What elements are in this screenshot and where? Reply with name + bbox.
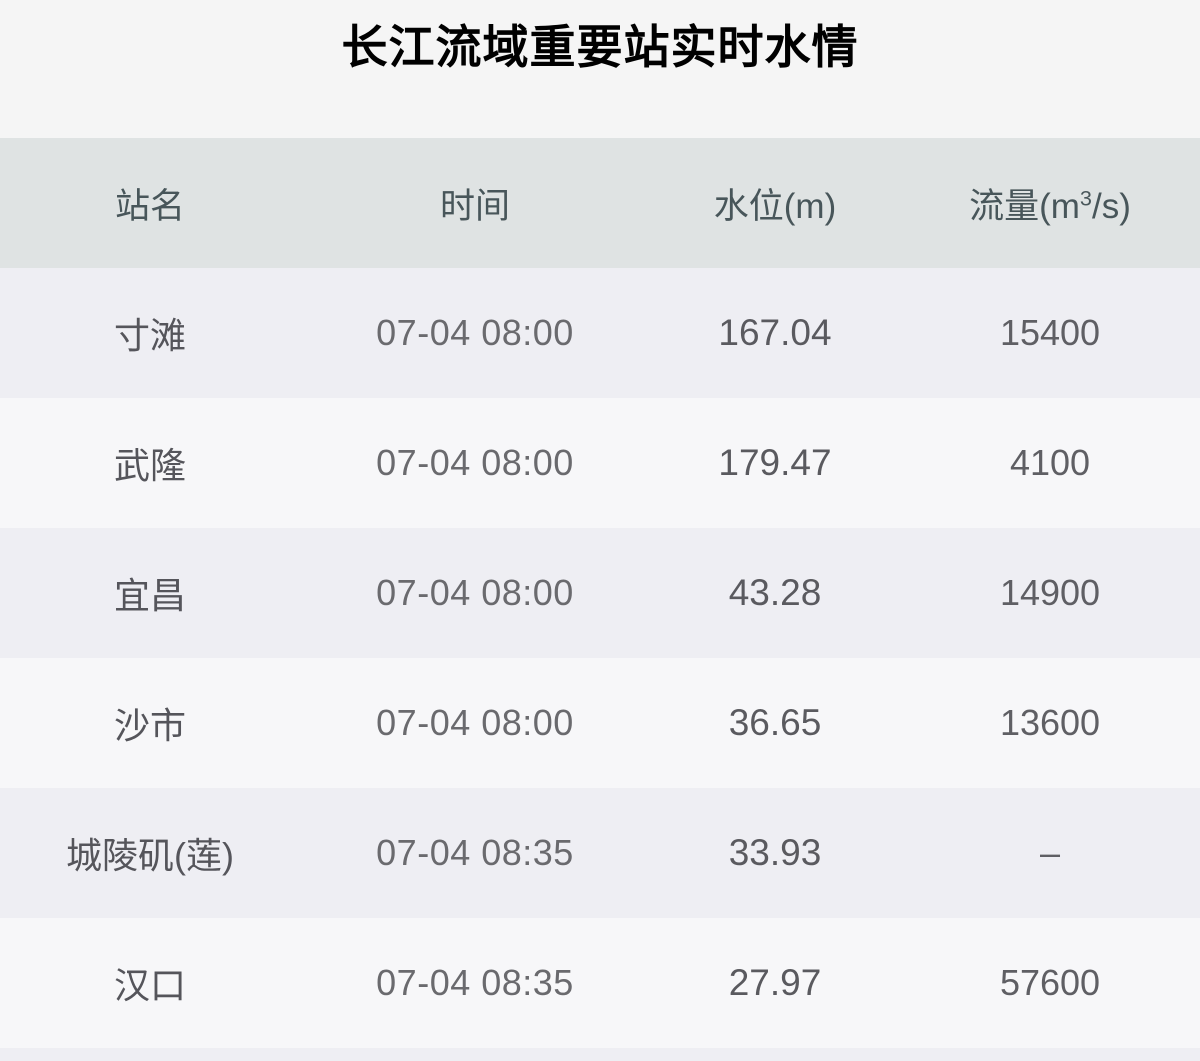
cell-water-level: 33.93 [650,788,900,918]
cell-observation-time: 07-04 08:00 [300,268,650,398]
column-header-flow: 流量(m3/s) [900,138,1200,268]
cell-observation-time: 07-04 08:00 [300,658,650,788]
page-title: 长江流域重要站实时水情 [342,24,859,114]
cell-discharge-flow: 13600 [900,658,1200,788]
cell-discharge-flow: 15400 [900,268,1200,398]
column-header-water-level: 水位(m) [650,138,900,268]
water-level-report-page: 长江流域重要站实时水情 站名 时间 水位(m) 流量(m3/s) 寸滩07-04… [0,0,1200,1061]
cell-water-level: 167.04 [650,268,900,398]
cell-station-name: 沙市 [0,658,300,788]
column-header-flow-prefix: 流量(m [969,187,1080,226]
column-header-flow-suffix: /s) [1092,187,1131,226]
cell-observation-time: 07-04 08:35 [300,918,650,1048]
table-row[interactable]: 寸滩07-04 08:00167.0415400 [0,268,1200,398]
cell-observation-time: 07-04 08:00 [300,398,650,528]
cell-water-level: 179.47 [650,398,900,528]
next-row-partial-band [0,1048,1200,1061]
table-row[interactable]: 武隆07-04 08:00179.474100 [0,398,1200,528]
cell-observation-time: 07-04 08:35 [300,788,650,918]
table-body: 寸滩07-04 08:00167.0415400武隆07-04 08:00179… [0,268,1200,1048]
cell-station-name: 汉口 [0,918,300,1048]
cell-discharge-flow: 4100 [900,398,1200,528]
table-row[interactable]: 宜昌07-04 08:0043.2814900 [0,528,1200,658]
cell-station-name: 城陵矶(莲) [0,788,300,918]
table-header-row: 站名 时间 水位(m) 流量(m3/s) [0,138,1200,268]
cell-water-level: 43.28 [650,528,900,658]
cell-discharge-flow: 57600 [900,918,1200,1048]
cell-discharge-flow: – [900,788,1200,918]
column-header-flow-superscript: 3 [1080,185,1092,210]
table-header: 站名 时间 水位(m) 流量(m3/s) [0,138,1200,268]
cell-discharge-flow: 14900 [900,528,1200,658]
cell-station-name: 宜昌 [0,528,300,658]
cell-observation-time: 07-04 08:00 [300,528,650,658]
cell-water-level: 27.97 [650,918,900,1048]
column-header-station: 站名 [0,138,300,268]
page-title-bar: 长江流域重要站实时水情 [0,0,1200,138]
cell-water-level: 36.65 [650,658,900,788]
cell-station-name: 武隆 [0,398,300,528]
table-row[interactable]: 城陵矶(莲)07-04 08:3533.93– [0,788,1200,918]
realtime-water-regime-table: 站名 时间 水位(m) 流量(m3/s) 寸滩07-04 08:00167.04… [0,138,1200,1048]
table-row[interactable]: 沙市07-04 08:0036.6513600 [0,658,1200,788]
cell-station-name: 寸滩 [0,268,300,398]
column-header-time: 时间 [300,138,650,268]
table-row[interactable]: 汉口07-04 08:3527.9757600 [0,918,1200,1048]
